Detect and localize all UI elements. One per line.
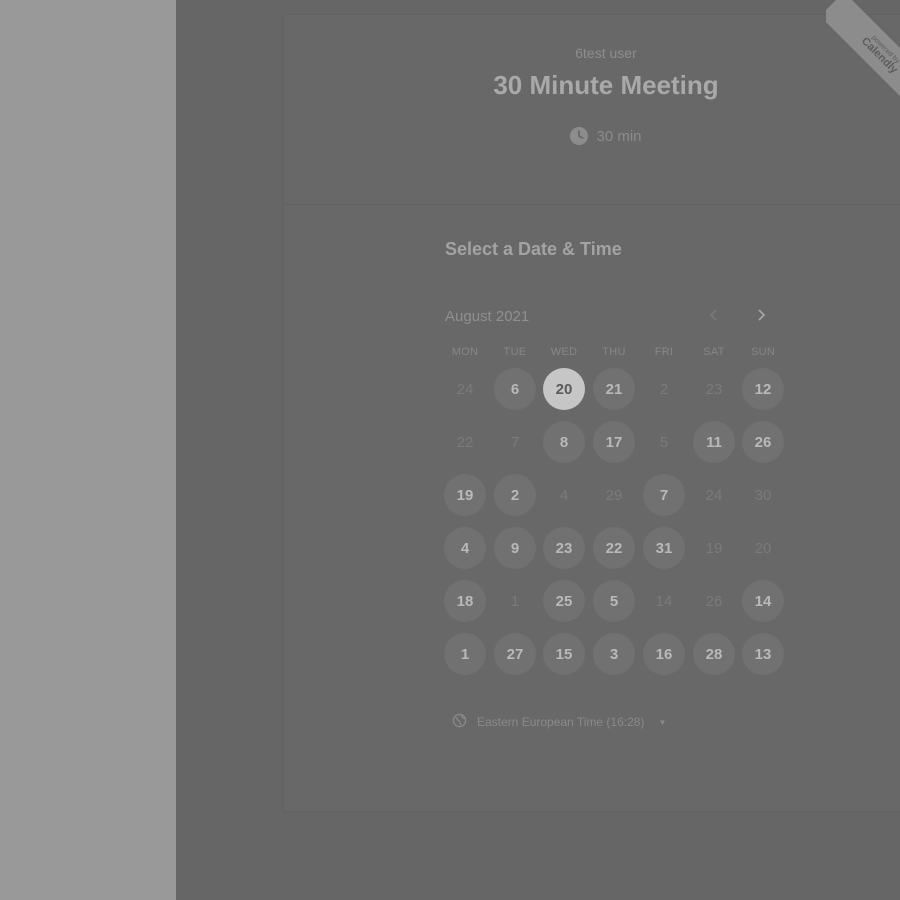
available-day[interactable]: 8: [543, 421, 585, 463]
unavailable-day: 19: [705, 539, 723, 557]
available-day[interactable]: 28: [693, 633, 735, 675]
unavailable-day: 7: [510, 433, 520, 451]
globe-icon: [452, 713, 467, 731]
month-label: August 2021: [445, 308, 530, 325]
unavailable-day: 22: [456, 433, 474, 451]
chevron-left-icon: [708, 308, 720, 326]
unavailable-day: 2: [659, 380, 669, 398]
calendly-badge[interactable]: powered by Calendly: [826, 0, 900, 110]
available-day[interactable]: 17: [593, 421, 635, 463]
available-day[interactable]: 3: [593, 633, 635, 675]
available-day[interactable]: 16: [643, 633, 685, 675]
timezone-label: Eastern European Time (16:28): [477, 715, 645, 729]
calendly-ribbon: powered by Calendly: [826, 0, 900, 110]
unavailable-day: 29: [605, 486, 623, 504]
event-header: 6test user 30 Minute Meeting 30 min: [284, 15, 900, 205]
available-day[interactable]: 6: [494, 368, 536, 410]
timezone-selector[interactable]: Eastern European Time (16:28) ▼: [452, 713, 666, 731]
selected-day[interactable]: 20: [543, 368, 585, 410]
available-day[interactable]: 2: [494, 474, 536, 516]
available-day[interactable]: 14: [742, 580, 784, 622]
chevron-right-icon: [755, 308, 767, 326]
available-day[interactable]: 31: [643, 527, 685, 569]
available-day[interactable]: 23: [543, 527, 585, 569]
weekday-label: SUN: [750, 346, 776, 358]
unavailable-day: 23: [705, 380, 723, 398]
next-month-button[interactable]: [749, 305, 773, 329]
prev-month-button[interactable]: [702, 305, 726, 329]
duration-label: 30 min: [596, 127, 642, 145]
available-day[interactable]: 27: [494, 633, 536, 675]
unavailable-day: 24: [705, 486, 723, 504]
unavailable-day: 1: [510, 592, 520, 610]
available-day[interactable]: 25: [543, 580, 585, 622]
event-title: 30 Minute Meeting: [493, 70, 719, 100]
available-day[interactable]: 21: [593, 368, 635, 410]
available-day[interactable]: 18: [444, 580, 486, 622]
weekday-label: SAT: [703, 346, 725, 358]
unavailable-day: 5: [659, 433, 669, 451]
event-duration: 30 min: [284, 127, 900, 145]
clock-icon: [570, 127, 589, 145]
unavailable-day: 30: [754, 486, 772, 504]
host-name: 6test user: [575, 45, 637, 61]
weekday-label: THU: [602, 346, 626, 358]
available-day[interactable]: 11: [693, 421, 735, 463]
weekday-label: FRI: [654, 346, 674, 358]
available-day[interactable]: 7: [643, 474, 685, 516]
weekday-label: MON: [451, 346, 479, 358]
available-day[interactable]: 22: [593, 527, 635, 569]
available-day[interactable]: 19: [444, 474, 486, 516]
available-day[interactable]: 26: [742, 421, 784, 463]
section-title: Select a Date & Time: [445, 239, 622, 259]
available-day[interactable]: 13: [742, 633, 784, 675]
available-day[interactable]: 4: [444, 527, 486, 569]
unavailable-day: 20: [754, 539, 772, 557]
available-day[interactable]: 12: [742, 368, 784, 410]
unavailable-day: 4: [559, 486, 569, 504]
available-day[interactable]: 9: [494, 527, 536, 569]
unavailable-day: 14: [655, 592, 673, 610]
caret-down-icon: ▼: [658, 717, 667, 727]
available-day[interactable]: 1: [444, 633, 486, 675]
available-day[interactable]: 15: [543, 633, 585, 675]
unavailable-day: 24: [456, 380, 474, 398]
weekday-label: WED: [550, 346, 578, 358]
left-panel: [0, 0, 176, 900]
unavailable-day: 26: [705, 592, 723, 610]
available-day[interactable]: 5: [593, 580, 635, 622]
booking-card: 6test user 30 Minute Meeting 30 min Sele…: [283, 14, 900, 812]
weekday-label: TUE: [503, 346, 527, 358]
